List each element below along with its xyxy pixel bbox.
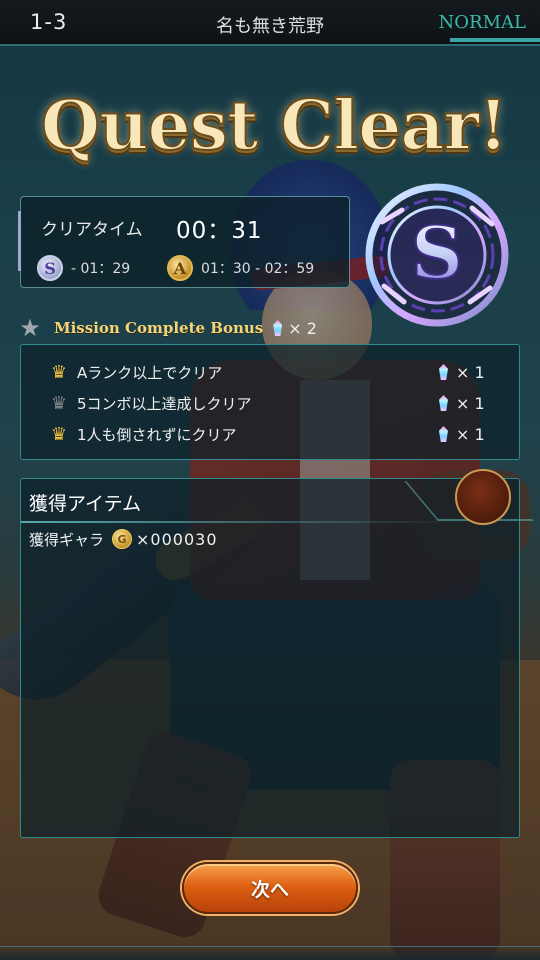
- mission-bonus-title: Mission Complete Bonus: [54, 319, 264, 337]
- gala-amount: ×000030: [136, 529, 218, 549]
- s-rank-letter: S: [411, 210, 463, 295]
- rank-s-range: - 01：29: [71, 261, 131, 277]
- gala-row: 獲得ギャラ G ×000030: [29, 527, 218, 551]
- mission-item: ♛ 5コンボ以上達成しクリア: [47, 390, 252, 416]
- star-icon: ★: [19, 314, 41, 342]
- gold-crown-icon: ♛: [50, 423, 68, 445]
- top-bar: 1-3 名も無き荒野 NORMAL: [0, 0, 540, 46]
- mission-reward-value: × 1: [456, 424, 485, 444]
- mission-bonus-header: ★ Mission Complete Bonus × 2: [16, 314, 317, 342]
- gem-icon: [439, 364, 448, 380]
- mission-label: 5コンボ以上達成しクリア: [77, 394, 252, 413]
- mission-label: 1人も倒されずにクリア: [77, 425, 237, 444]
- rank-a-coin-icon: A: [167, 255, 193, 281]
- clear-time-panel: クリアタイム 00：31 S - 01：29 A 01：30 - 02：59: [18, 196, 350, 288]
- clear-time-label: クリアタイム: [41, 220, 143, 240]
- mission-item: ♛ 1人も倒されずにクリア: [47, 421, 237, 447]
- mission-bonus-total-value: × 2: [288, 318, 317, 338]
- mission-reward-value: × 1: [456, 362, 485, 382]
- quest-clear-title: Quest Clear!: [40, 85, 509, 167]
- mission-reward: × 1: [439, 359, 485, 385]
- top-bar-accent: [450, 38, 540, 42]
- gem-icon: [439, 426, 448, 442]
- rank-a-range: 01：30 - 02：59: [201, 261, 315, 277]
- gold-crown-icon: ♛: [50, 361, 68, 383]
- mission-reward-value: × 1: [456, 393, 485, 413]
- rank-s-threshold: S - 01：29: [37, 255, 130, 281]
- item-orb-icon: [455, 469, 511, 525]
- gala-coin-icon: G: [112, 529, 133, 549]
- clear-time-value: 00：31: [176, 218, 263, 244]
- mission-item: ♛ Aランク以上でクリア: [47, 359, 222, 385]
- next-button[interactable]: 次へ: [182, 862, 358, 914]
- gala-label: 獲得ギャラ: [29, 530, 105, 549]
- bottom-frame: [0, 946, 540, 960]
- gem-icon: [439, 395, 448, 411]
- rank-s-coin-icon: S: [37, 255, 63, 281]
- gem-icon: [273, 320, 283, 336]
- mission-reward: × 1: [439, 390, 485, 416]
- difficulty-label: NORMAL: [438, 12, 526, 33]
- mission-list: ♛ Aランク以上でクリア × 1 ♛ 5コンボ以上達成しクリア × 1 ♛ 1人…: [20, 344, 520, 460]
- mission-label: Aランク以上でクリア: [77, 363, 223, 382]
- panel-divider: [21, 521, 461, 523]
- acquired-items-panel: 獲得アイテム 獲得ギャラ G ×000030: [20, 469, 534, 838]
- s-rank-badge-icon: S: [365, 183, 509, 327]
- acquired-items-title: 獲得アイテム: [29, 493, 142, 515]
- gray-crown-icon: ♛: [50, 392, 68, 414]
- rank-a-threshold: A 01：30 - 02：59: [167, 255, 314, 281]
- mission-bonus-total: × 2: [273, 319, 317, 338]
- mission-reward: × 1: [439, 421, 485, 447]
